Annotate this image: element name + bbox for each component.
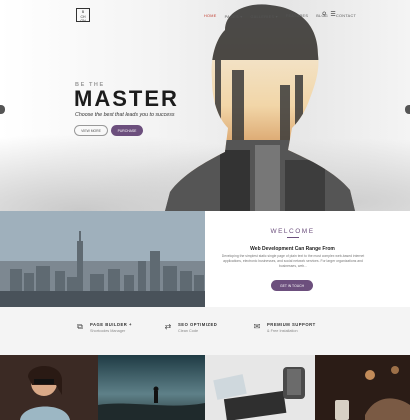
nav-contact[interactable]: CONTACT: [336, 14, 356, 18]
city-skyline-image: [0, 211, 205, 307]
feature-page-builder: ⧉ PAGE BUILDER + Shortcodes Manager: [75, 322, 132, 333]
gallery-photo-cafe[interactable]: [315, 355, 410, 420]
logo-line: GN: [80, 19, 86, 23]
feature-title: PAGE BUILDER +: [90, 322, 132, 327]
welcome-body: Developing the simplest static single pa…: [221, 254, 365, 268]
nav-pages[interactable]: PAGES ▾: [225, 14, 243, 19]
view-more-button[interactable]: VIEW MORE: [74, 125, 108, 136]
gallery-photo-landscape[interactable]: [98, 355, 205, 420]
slider-next-arrow[interactable]: [405, 105, 410, 114]
welcome-title: WELCOME: [270, 228, 315, 235]
hero-subtitle: Choose the best that leads you to succes…: [75, 112, 175, 118]
feature-title: PREMIUM SUPPORT: [267, 322, 316, 327]
nav-home[interactable]: HOME: [204, 14, 217, 18]
feature-title: SEO OPTIMIZED: [178, 322, 218, 327]
support-icon: ✉: [253, 322, 261, 331]
feature-subtitle: & Free Installation: [267, 329, 298, 333]
nav-galleries[interactable]: GALLERIES ▾: [250, 14, 277, 19]
nav-features[interactable]: FEATURES: [286, 14, 308, 18]
nav-icons: ⚲ ☰: [322, 11, 336, 18]
feature-seo: ⇄ SEO OPTIMIZED Clean Code: [163, 322, 217, 333]
search-icon[interactable]: ⚲: [322, 11, 326, 18]
hero-silhouette-image: [165, 4, 355, 211]
get-in-touch-button[interactable]: GET IN TOUCH: [271, 280, 313, 291]
feature-support: ✉ PREMIUM SUPPORT & Free Installation: [252, 322, 316, 333]
welcome-heading: Web Development Can Range From: [250, 246, 335, 252]
welcome-divider: [287, 237, 299, 238]
menu-icon[interactable]: ☰: [330, 11, 335, 18]
feature-subtitle: Shortcodes Manager: [90, 329, 126, 333]
layout-icon: ⧉: [77, 322, 83, 331]
site-logo[interactable]: B CH GN: [76, 8, 90, 23]
gallery-photo-woman[interactable]: [0, 355, 98, 420]
code-icon: ⇄: [164, 322, 172, 331]
hero-title: MASTER: [74, 86, 179, 111]
purchase-button[interactable]: PURCHASE: [111, 125, 143, 136]
feature-subtitle: Clean Code: [178, 329, 199, 333]
gallery-photo-desk[interactable]: [205, 355, 315, 420]
